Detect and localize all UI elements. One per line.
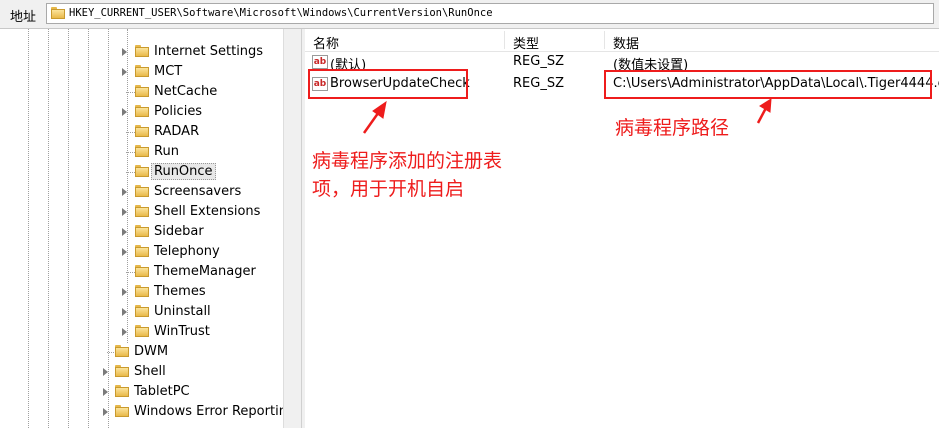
annotation-arrows [362,98,772,134]
annotation-registry-line1: 病毒程序添加的注册表 [312,150,503,172]
annotation-registry-line2: 项，用于开机自启 [312,178,465,200]
annotation-path: 病毒程序路径 [615,117,730,139]
